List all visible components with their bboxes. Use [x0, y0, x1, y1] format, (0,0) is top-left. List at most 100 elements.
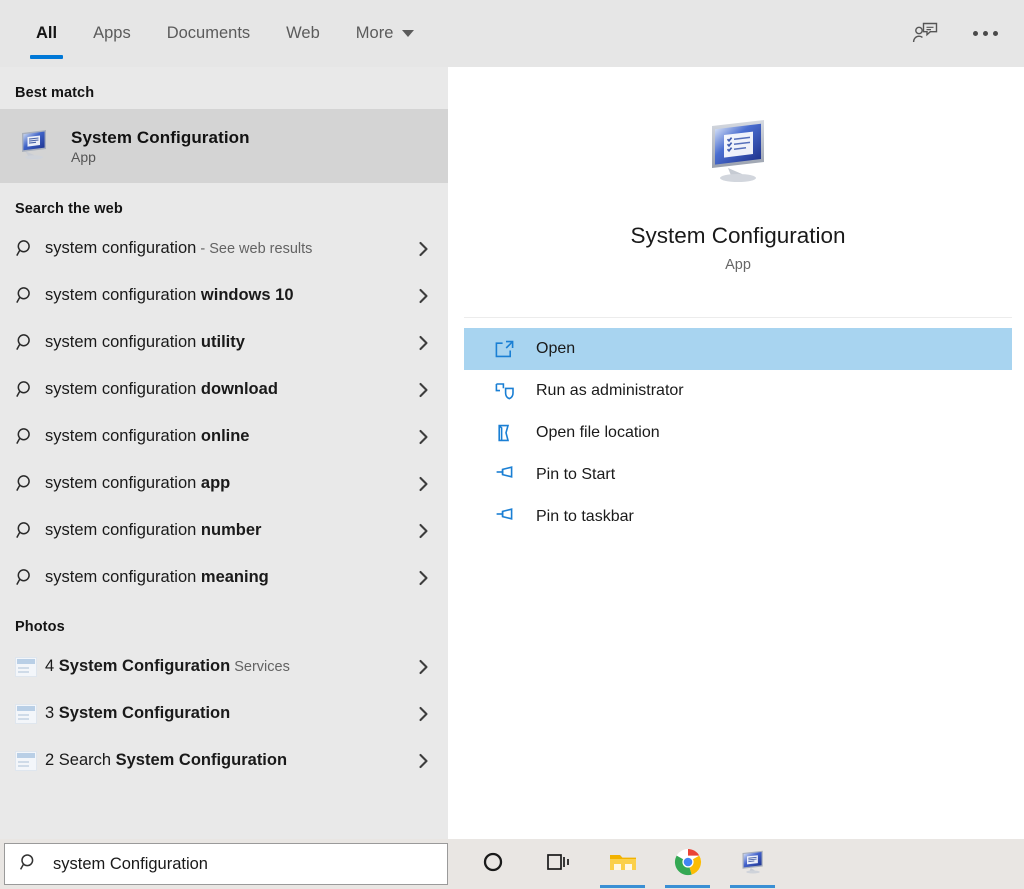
- web-suggestion-row[interactable]: system configuration download: [0, 366, 448, 413]
- photo-thumbnail-icon: [15, 704, 45, 724]
- best-match-subtitle: App: [71, 149, 250, 165]
- search-icon: [15, 567, 45, 588]
- web-suggestion-row[interactable]: system configuration - See web results: [0, 225, 448, 272]
- photo-result-row[interactable]: 2 Search System Configuration: [0, 737, 448, 784]
- chevron-right-icon[interactable]: [412, 287, 434, 305]
- web-suggestions-list: system configuration - See web results sy…: [0, 225, 448, 601]
- chevron-right-icon[interactable]: [412, 381, 434, 399]
- web-suggestion-row[interactable]: system configuration online: [0, 413, 448, 460]
- tab-web-label: Web: [286, 24, 320, 43]
- chevron-right-icon[interactable]: [412, 522, 434, 540]
- search-icon: [15, 379, 45, 400]
- ellipsis-dot: [983, 31, 988, 36]
- chevron-right-icon[interactable]: [412, 240, 434, 258]
- web-suggestion-label: system configuration number: [45, 521, 412, 540]
- photos-heading: Photos: [0, 601, 448, 643]
- web-suggestion-row[interactable]: system configuration app: [0, 460, 448, 507]
- photo-thumbnail-icon: [15, 751, 45, 771]
- photo-result-row[interactable]: 3 System Configuration: [0, 690, 448, 737]
- tab-documents[interactable]: Documents: [149, 0, 268, 67]
- taskbar-item-task-view[interactable]: [525, 839, 590, 889]
- tab-web[interactable]: Web: [268, 0, 338, 67]
- tab-more[interactable]: More: [338, 0, 433, 67]
- app-preview-panel: System Configuration App OpenRun as admi…: [464, 67, 1012, 839]
- chevron-right-icon[interactable]: [412, 475, 434, 493]
- chevron-right-icon[interactable]: [412, 334, 434, 352]
- folder-location-icon: [494, 423, 536, 443]
- chevron-right-icon[interactable]: [412, 569, 434, 587]
- taskbar-item-file-explorer[interactable]: [590, 839, 655, 889]
- action-label: Open file location: [536, 424, 660, 442]
- best-match-text: System Configuration App: [71, 128, 250, 165]
- web-suggestion-label: system configuration utility: [45, 333, 412, 352]
- search-icon: [15, 332, 45, 353]
- web-suggestion-label: system configuration windows 10: [45, 286, 412, 305]
- web-suggestion-label: system configuration - See web results: [45, 239, 412, 258]
- search-icon: [15, 473, 45, 494]
- tab-documents-label: Documents: [167, 24, 250, 43]
- chrome-icon: [674, 848, 702, 881]
- action-row-pin-to-start[interactable]: Pin to Start: [464, 454, 1012, 496]
- action-label: Pin to taskbar: [536, 508, 634, 526]
- more-ellipsis-icon[interactable]: [964, 13, 1006, 55]
- system-configuration-icon: [738, 847, 768, 882]
- web-suggestion-row[interactable]: system configuration number: [0, 507, 448, 554]
- system-configuration-icon: [698, 112, 778, 197]
- taskbar-item-chrome[interactable]: [655, 839, 720, 889]
- ellipsis-dot: [993, 31, 998, 36]
- web-suggestion-row[interactable]: system configuration meaning: [0, 554, 448, 601]
- best-match-result[interactable]: System Configuration App: [0, 109, 448, 183]
- action-label: Pin to Start: [536, 466, 615, 484]
- pin-icon: [494, 465, 536, 485]
- web-suggestion-label: system configuration download: [45, 380, 412, 399]
- action-label: Open: [536, 340, 575, 358]
- preview-subtitle: App: [725, 257, 751, 273]
- chevron-right-icon[interactable]: [412, 752, 434, 770]
- chevron-right-icon[interactable]: [412, 428, 434, 446]
- tab-apps-label: Apps: [93, 24, 131, 43]
- search-icon: [15, 285, 45, 306]
- web-suggestion-label: system configuration meaning: [45, 568, 412, 587]
- action-row-run-as-administrator[interactable]: Run as administrator: [464, 370, 1012, 412]
- tab-more-label: More: [356, 24, 394, 43]
- web-suggestion-label: system configuration app: [45, 474, 412, 493]
- photo-result-row[interactable]: 4 System Configuration Services: [0, 643, 448, 690]
- ellipsis-dot: [973, 31, 978, 36]
- web-suggestion-row[interactable]: system configuration utility: [0, 319, 448, 366]
- taskbar-item-system-configuration[interactable]: [720, 839, 785, 889]
- search-input[interactable]: system Configuration: [53, 855, 208, 874]
- windows-search-screen: All Apps Documents Web More: [0, 0, 1024, 889]
- open-external-icon: [494, 339, 536, 359]
- file-explorer-icon: [608, 849, 638, 880]
- taskbar-search-box[interactable]: system Configuration: [4, 843, 448, 885]
- search-icon: [19, 852, 39, 877]
- web-suggestion-row[interactable]: system configuration windows 10: [0, 272, 448, 319]
- photo-result-label: 4 System Configuration Services: [45, 657, 412, 676]
- photo-result-label: 2 Search System Configuration: [45, 751, 412, 770]
- feedback-person-icon[interactable]: [904, 13, 946, 55]
- search-the-web-heading: Search the web: [0, 183, 448, 225]
- shield-admin-icon: [494, 381, 536, 401]
- search-icon: [15, 238, 45, 259]
- photos-list: 4 System Configuration Services 3 System …: [0, 643, 448, 784]
- app-actions-list: Open Run as administrator Open file locati…: [464, 318, 1012, 538]
- chevron-right-icon[interactable]: [412, 658, 434, 676]
- task-view-icon: [545, 850, 571, 879]
- tabbar-actions: [904, 0, 1024, 67]
- best-match-title: System Configuration: [71, 128, 250, 148]
- search-tabbar: All Apps Documents Web More: [0, 0, 1024, 67]
- tab-list: All Apps Documents Web More: [0, 0, 432, 67]
- best-match-heading: Best match: [0, 67, 448, 109]
- search-icon: [15, 426, 45, 447]
- taskbar-item-cortana[interactable]: [460, 839, 525, 889]
- action-row-pin-to-taskbar[interactable]: Pin to taskbar: [464, 496, 1012, 538]
- taskbar: system Configuration: [0, 839, 1024, 889]
- taskbar-items: [460, 839, 785, 889]
- cortana-circle-icon: [481, 850, 505, 879]
- action-row-open[interactable]: Open: [464, 328, 1012, 370]
- pin-icon: [494, 507, 536, 527]
- tab-all[interactable]: All: [18, 0, 75, 67]
- chevron-right-icon[interactable]: [412, 705, 434, 723]
- tab-apps[interactable]: Apps: [75, 0, 149, 67]
- action-row-open-file-location[interactable]: Open file location: [464, 412, 1012, 454]
